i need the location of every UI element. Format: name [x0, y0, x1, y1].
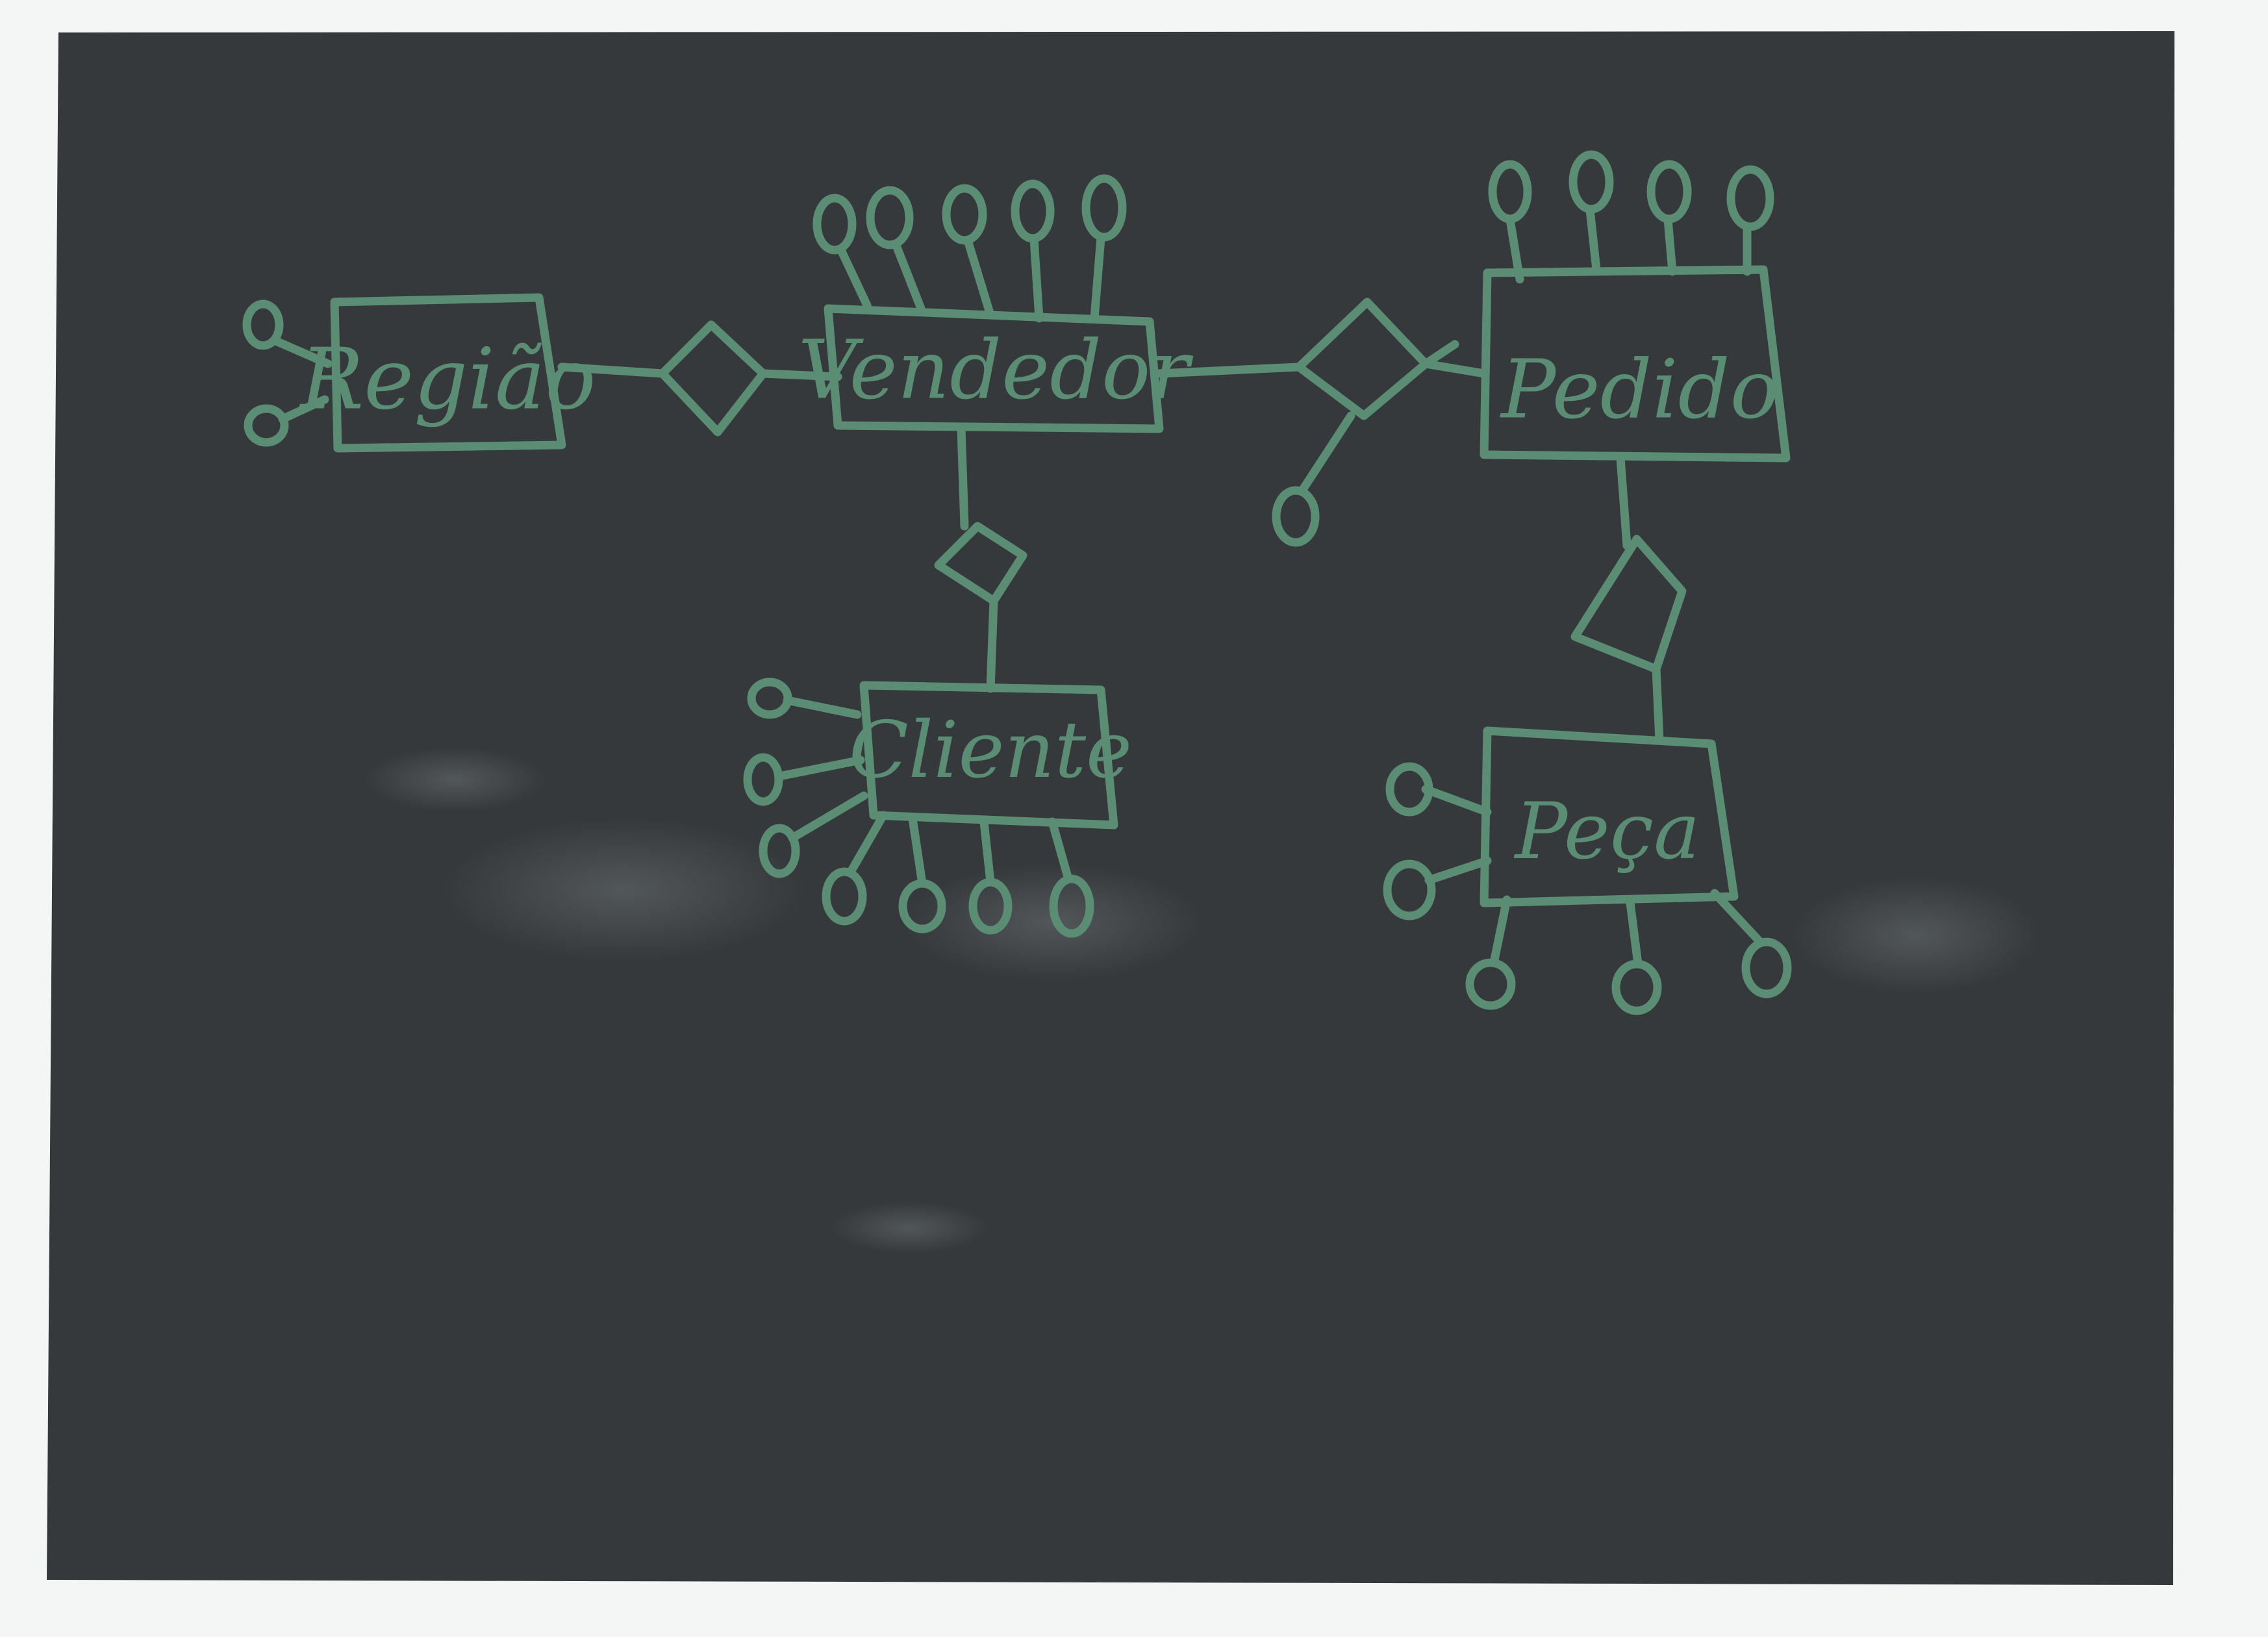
- entity-label: Vendedor: [798, 324, 1194, 418]
- attribute-line: [1663, 215, 1677, 276]
- entity-label: Cliente: [849, 705, 1132, 796]
- attribute-line: [1029, 235, 1044, 323]
- erase-smudge: [364, 747, 546, 812]
- entity-label: Pedido: [1500, 343, 1779, 437]
- connector-line: [957, 424, 969, 531]
- erase-smudge: [1793, 877, 2039, 994]
- entity-label: Peça: [1513, 787, 1700, 877]
- er-diagram-photo: Região Vendedor Pedido Cliente Peça: [47, 31, 2174, 1585]
- entity-label: Região: [299, 330, 596, 429]
- erase-smudge: [831, 1202, 987, 1254]
- erase-smudge: [442, 818, 805, 961]
- erase-smudge: [903, 864, 1202, 981]
- connector-line: [1652, 665, 1664, 745]
- connector-line: [986, 596, 998, 693]
